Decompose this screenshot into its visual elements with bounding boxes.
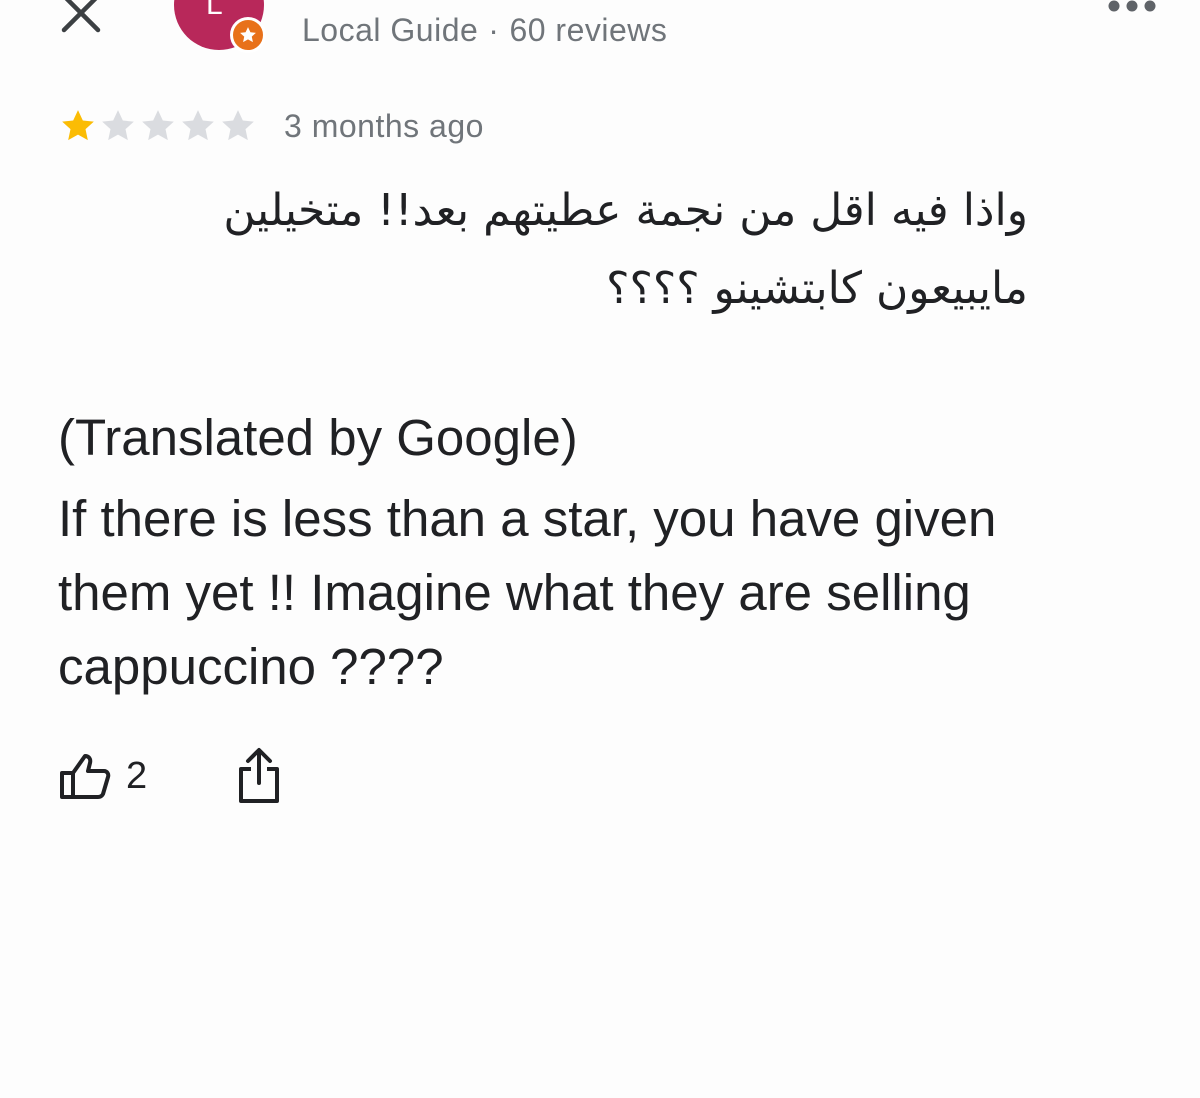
- review-detail: L Local Guide · 60 reviews 3 months ago وا…: [0, 0, 1200, 1098]
- star-empty-icon: [222, 110, 254, 141]
- avatar-letter: L: [206, 0, 223, 18]
- more-horiz-icon: [1108, 0, 1156, 12]
- share-icon: [239, 748, 280, 803]
- share-button[interactable]: [237, 747, 281, 805]
- review-count: 60 reviews: [509, 12, 668, 48]
- reviewer-meta: Local Guide · 60 reviews: [302, 12, 667, 49]
- review-actions: 2: [58, 744, 281, 808]
- close-button[interactable]: [58, 0, 104, 36]
- reviewer-role: Local Guide: [302, 12, 479, 48]
- star-empty-icon: [182, 110, 214, 141]
- star-icon: [240, 27, 256, 43]
- like-button[interactable]: 2: [58, 751, 147, 801]
- star-empty-icon: [102, 110, 134, 141]
- star-filled-icon: [62, 110, 94, 141]
- thumb-up-icon: [60, 754, 111, 799]
- local-guide-badge: [230, 17, 266, 53]
- close-icon: [61, 0, 101, 33]
- star-rating: [58, 106, 258, 146]
- review-time: 3 months ago: [284, 107, 484, 144]
- translated-review-text: If there is less than a star, you have g…: [58, 490, 997, 695]
- translated-label: (Translated by Google): [58, 409, 578, 466]
- original-review-text: واذا فيه اقل من نجمة عطيتهم بعد!! متخيلي…: [223, 185, 1028, 314]
- star-empty-icon: [142, 110, 174, 141]
- rating-row: 3 months ago: [58, 104, 484, 148]
- like-count: 2: [126, 754, 148, 797]
- meta-separator: ·: [488, 12, 500, 48]
- more-options-button[interactable]: [1106, 0, 1158, 16]
